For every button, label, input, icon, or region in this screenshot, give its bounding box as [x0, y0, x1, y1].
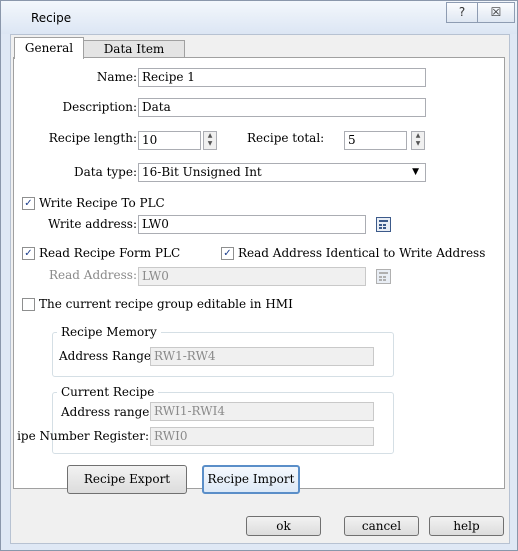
- close-button[interactable]: ☒: [477, 2, 515, 23]
- data-type-select[interactable]: 16-Bit Unsigned Int ▼: [138, 163, 426, 182]
- write-address-keypad-icon[interactable]: [376, 217, 391, 232]
- description-label: Description:: [62, 100, 137, 114]
- current-recipe-legend: Current Recipe: [57, 385, 159, 399]
- number-register-input[interactable]: RWI0: [150, 427, 374, 446]
- name-label: Name:: [96, 70, 137, 84]
- description-input[interactable]: Data: [138, 98, 426, 117]
- help-title-button[interactable]: ?: [446, 2, 478, 23]
- write-recipe-label: Write Recipe To PLC: [39, 196, 165, 210]
- cancel-button[interactable]: cancel: [344, 516, 419, 536]
- recipe-total-spinner[interactable]: ▲ ▼: [411, 131, 425, 150]
- number-register-label: ipe Number Register:: [17, 429, 149, 443]
- read-recipe-label: Read Recipe Form PLC: [39, 246, 181, 260]
- name-input[interactable]: Recipe 1: [138, 68, 426, 87]
- read-identical-label: Read Address Identical to Write Address: [238, 246, 486, 260]
- read-identical-checkbox[interactable]: ✓: [221, 247, 234, 260]
- read-address-label: Read Address:: [48, 268, 137, 282]
- memory-address-range-label: Address Range:: [59, 349, 156, 363]
- recipe-total-label: Recipe total:: [247, 131, 325, 145]
- title-bar: Recipe ? ☒: [1, 1, 517, 34]
- memory-address-range-input[interactable]: RW1-RW4: [150, 347, 374, 366]
- current-address-range-input[interactable]: RWI1-RWI4: [150, 402, 374, 421]
- write-address-input[interactable]: LW0: [138, 215, 366, 234]
- recipe-length-input[interactable]: 10: [138, 131, 201, 150]
- recipe-export-button[interactable]: Recipe Export: [67, 465, 187, 494]
- editable-in-hmi-label: The current recipe group editable in HMI: [39, 297, 293, 311]
- data-type-value: 16-Bit Unsigned Int: [142, 165, 262, 179]
- tab-data-item[interactable]: Data Item: [83, 40, 185, 58]
- tab-general[interactable]: General: [14, 37, 84, 59]
- editable-in-hmi-checkbox[interactable]: [22, 298, 35, 311]
- read-address-keypad-icon[interactable]: [376, 269, 391, 284]
- recipe-length-label: Recipe length:: [48, 131, 137, 145]
- ok-button[interactable]: ok: [246, 516, 321, 536]
- recipe-total-input[interactable]: 5: [344, 131, 407, 150]
- chevron-down-icon: ▼: [412, 167, 419, 177]
- write-address-label: Write address:: [48, 217, 137, 231]
- window-title: Recipe: [31, 11, 72, 25]
- help-button[interactable]: help: [429, 516, 504, 536]
- recipe-memory-legend: Recipe Memory: [57, 325, 161, 339]
- data-type-label: Data type:: [74, 165, 137, 179]
- recipe-import-button[interactable]: Recipe Import: [202, 465, 300, 494]
- recipe-length-spinner[interactable]: ▲ ▼: [203, 131, 217, 150]
- write-recipe-checkbox[interactable]: ✓: [22, 197, 35, 210]
- read-recipe-checkbox[interactable]: ✓: [22, 247, 35, 260]
- read-address-input[interactable]: LW0: [138, 267, 366, 286]
- recipe-dialog: Recipe ? ☒ General Data Item Name: Recip…: [0, 0, 518, 551]
- current-address-range-label: Address range:: [61, 405, 154, 419]
